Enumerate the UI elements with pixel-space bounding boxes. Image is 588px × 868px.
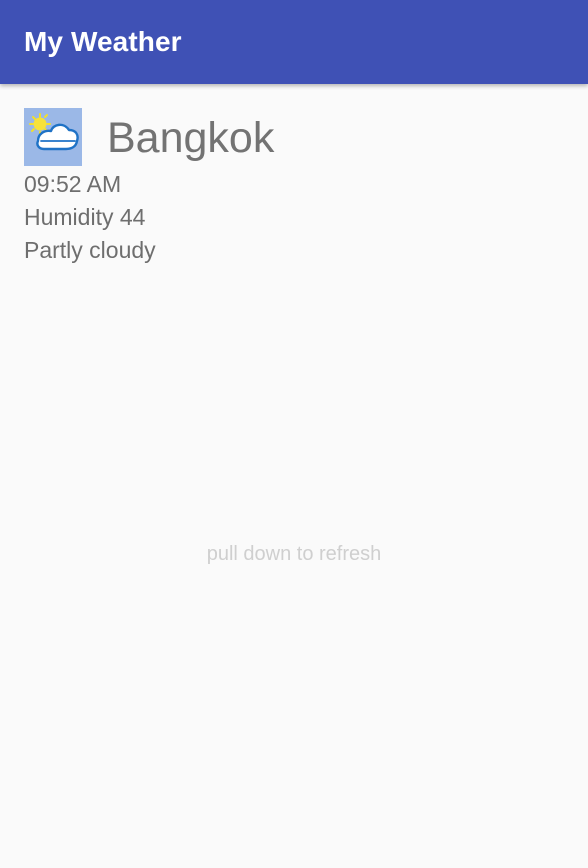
weather-condition-text: Partly cloudy xyxy=(24,237,156,263)
humidity-text: Humidity 44 xyxy=(24,204,146,230)
city-name: Bangkok xyxy=(107,114,275,162)
weather-content[interactable]: Bangkok 09:52 AM Humidity 44 Partly clou… xyxy=(0,84,588,868)
app-bar: My Weather xyxy=(0,0,588,84)
app-title: My Weather xyxy=(24,26,182,57)
refresh-hint: pull down to refresh xyxy=(206,543,382,565)
time-text: 09:52 AM xyxy=(24,171,122,197)
partly-cloudy-icon xyxy=(24,108,82,166)
